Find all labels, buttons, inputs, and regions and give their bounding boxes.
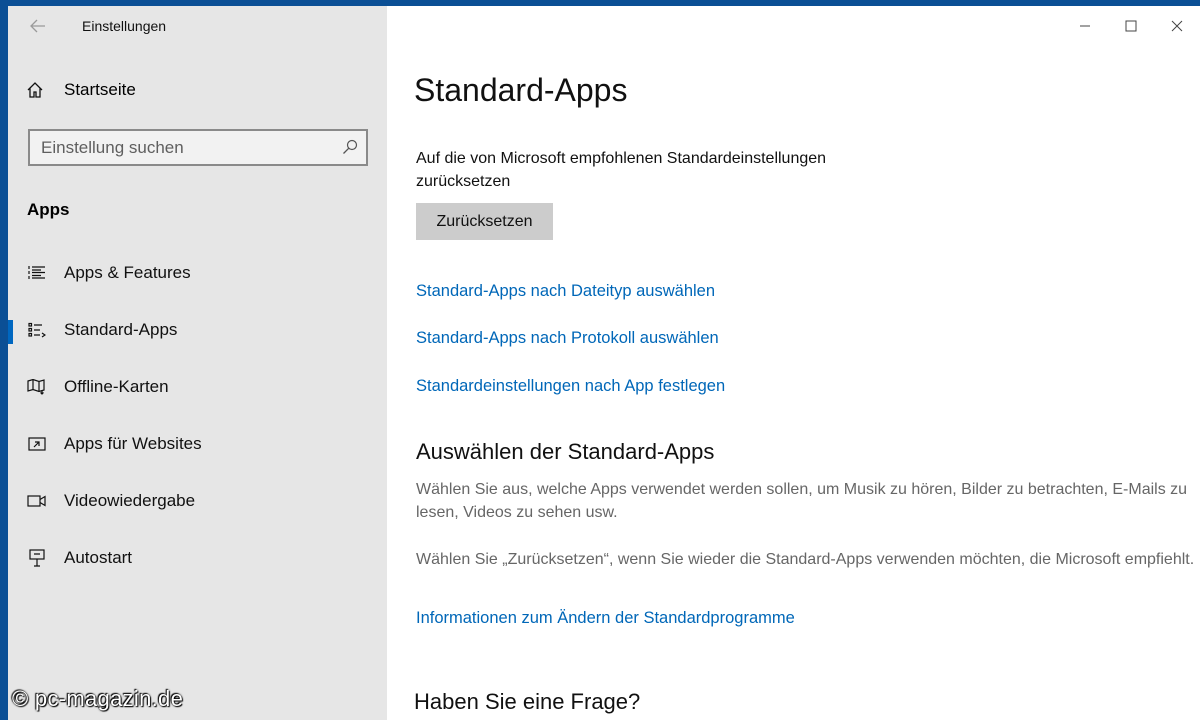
sidebar-item-offline-maps[interactable]: Offline-Karten [8,358,387,415]
search-input[interactable] [30,131,331,164]
offline-maps-icon [27,377,47,397]
close-button[interactable] [1154,6,1200,46]
sidebar-item-label: Autostart [64,547,133,567]
reset-description: Auf die von Microsoft empfohlenen Standa… [416,150,827,190]
page-title: Standard-Apps [414,72,628,108]
back-arrow-icon [30,19,45,33]
window-controls [1062,6,1200,46]
link-choose-by-file-type[interactable]: Standard-Apps nach Dateityp auswählen [416,282,715,301]
apps-websites-icon [27,434,47,454]
apps-features-icon [27,263,47,283]
sidebar-item-label: Videowiedergabe [64,490,196,510]
watermark: © pc-magazin.de [12,686,184,711]
sidebar-item-apps-features[interactable]: Apps & Features [8,244,387,301]
sidebar-item-label: Offline-Karten [64,376,169,396]
sidebar-home-label: Startseite [64,80,136,99]
faq-heading: Haben Sie eine Frage? [414,689,641,714]
main-content: Standard-Apps Auf die von Microsoft empf… [387,6,1200,720]
home-icon [27,82,43,98]
settings-sidebar: Einstellungen Startseite Apps Apps & Fea… [8,6,387,720]
close-icon [1171,20,1183,32]
sidebar-nav: Apps & Features Standard-Apps Offline-Ka… [8,244,387,586]
search-icon[interactable] [342,139,358,155]
choose-default-apps-description: Wählen Sie aus, welche Apps verwendet we… [416,481,1188,521]
sidebar-item-startup[interactable]: Autostart [8,529,387,586]
maximize-button[interactable] [1108,6,1154,46]
sidebar-item-label: Standard-Apps [64,319,178,339]
video-playback-icon [27,491,47,511]
sidebar-item-home[interactable]: Startseite [26,80,136,100]
link-set-defaults-by-app[interactable]: Standardeinstellungen nach App festlegen [416,377,725,396]
desktop-background-left [0,0,8,720]
sidebar-item-label: Apps für Websites [64,433,202,453]
link-choose-by-protocol[interactable]: Standard-Apps nach Protokoll auswählen [416,329,719,348]
startup-icon [27,548,47,568]
window-title: Einstellungen [82,18,167,34]
default-apps-icon [27,320,47,340]
sidebar-item-default-apps[interactable]: Standard-Apps [8,301,387,358]
link-change-default-programs-info[interactable]: Informationen zum Ändern der Standardpro… [416,609,795,628]
reset-button[interactable]: Zurücksetzen [416,203,553,240]
reset-hint-description: Wählen Sie „Zurücksetzen“, wenn Sie wied… [416,551,1195,568]
choose-default-apps-heading: Auswählen der Standard-Apps [416,439,715,464]
sidebar-item-label: Apps & Features [64,262,191,282]
sidebar-item-apps-websites[interactable]: Apps für Websites [8,415,387,472]
minimize-button[interactable] [1062,6,1108,46]
minimize-icon [1080,25,1090,27]
search-box[interactable] [28,129,368,166]
maximize-icon [1125,20,1137,32]
sidebar-section-title: Apps [27,200,70,219]
back-button[interactable] [26,14,50,38]
sidebar-item-video-playback[interactable]: Videowiedergabe [8,472,387,529]
